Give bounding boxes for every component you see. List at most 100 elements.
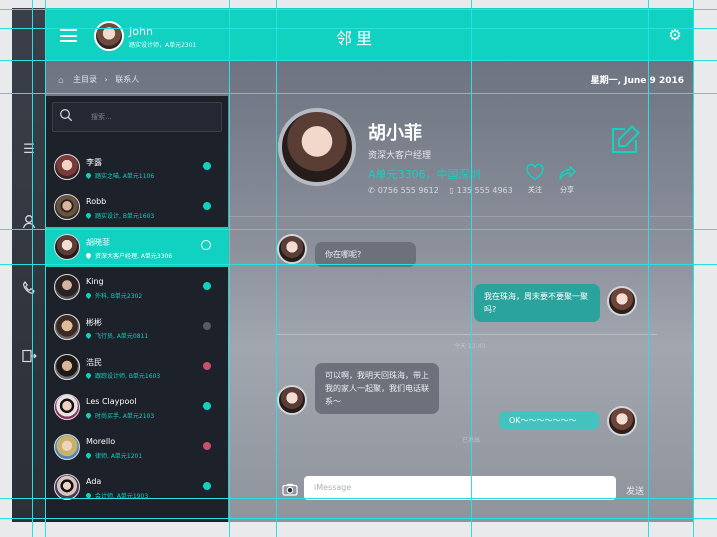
avatar: [54, 434, 80, 460]
home-icon[interactable]: ⌂: [58, 77, 67, 86]
contact-item[interactable]: 李露 踏实之喵, A单元1106: [46, 147, 228, 187]
contact-name: Les Claypool: [86, 397, 137, 406]
search-input[interactable]: 搜索...: [52, 102, 222, 132]
message-bubble-outgoing: OK～～～～～～～: [499, 411, 599, 430]
status-dot: [203, 402, 211, 410]
contact-item[interactable]: 彬彬 飞行员, A单元0811: [46, 307, 228, 347]
contact-item[interactable]: Ada 会计师, A单元1903: [46, 467, 228, 507]
hamburger-menu-icon[interactable]: [60, 29, 77, 42]
contact-subtitle: 跟踪设计师, B单元1603: [84, 371, 160, 380]
profile-divider: [228, 216, 694, 217]
left-rail: ☰: [12, 8, 46, 522]
contact-name: 李露: [86, 158, 102, 167]
timestamp: 今天 13:40: [454, 343, 486, 350]
contact-item[interactable]: King 外科, B单元2302: [46, 267, 228, 307]
avatar: [54, 194, 80, 220]
top-bar: John 踏实设计师，A单元2301 邻里 ⚙: [46, 8, 694, 60]
gear-icon[interactable]: ⚙: [668, 28, 682, 43]
contact-subtitle: 踏实之喵, A单元1106: [84, 171, 154, 180]
list-icon[interactable]: ☰: [21, 142, 37, 158]
status-dot: [203, 482, 211, 490]
contact-item-active[interactable]: 胡晓菲 资深大客户经理, A单元3306: [46, 227, 228, 267]
breadcrumb: ⌂ 主目录 › 联系人: [58, 74, 140, 86]
status-ring: [201, 240, 211, 250]
contact-name: Morello: [86, 437, 116, 446]
contact-avatar: [277, 385, 307, 415]
my-avatar: [607, 286, 637, 316]
message-bubble-outgoing: 我在珠海，周末要不要聚一聚吗?: [474, 284, 600, 322]
breadcrumb-separator: ›: [104, 75, 108, 84]
share-label: 分享: [560, 186, 574, 194]
guide-line: [32, 0, 33, 537]
contact-item[interactable]: Les Claypool 时尚买手, A单元2103: [46, 387, 228, 427]
profile-avatar: [278, 108, 356, 186]
user-subtitle: 踏实设计师，A单元2301: [129, 42, 197, 49]
share-icon: [559, 165, 576, 180]
camera-icon[interactable]: [282, 483, 298, 496]
avatar: [54, 154, 80, 180]
guide-line: [471, 0, 472, 537]
guide-line: [229, 0, 230, 537]
status-dot: [203, 162, 211, 170]
avatar: [54, 354, 80, 380]
avatar: [54, 474, 80, 500]
guide-line: [0, 229, 717, 230]
logout-icon[interactable]: [21, 348, 37, 364]
guide-line: [693, 0, 694, 537]
heart-icon: [526, 163, 544, 181]
contact-subtitle: 资深大客户经理, A单元3306: [84, 251, 172, 260]
profile-phones: ✆ 0756 555 9612 ▯ 135 555 4963: [368, 186, 513, 195]
phone-icon: ✆: [368, 186, 375, 195]
contact-name: King: [86, 277, 104, 286]
status-dot: [203, 202, 211, 210]
send-button[interactable]: 发送: [626, 484, 644, 497]
follow-label: 关注: [528, 186, 542, 194]
guide-line: [0, 518, 717, 519]
contact-subtitle: 时尚买手, A单元2103: [84, 411, 154, 420]
search-icon: [60, 109, 73, 122]
avatar: [54, 234, 80, 260]
status-dot: [203, 442, 211, 450]
contact-subtitle: 外科, B单元2302: [84, 291, 142, 300]
profile-name: 胡小菲: [368, 123, 422, 144]
phone-number-2[interactable]: 135 555 4963: [457, 186, 513, 195]
share-button[interactable]: 分享: [552, 163, 582, 195]
user-name: John: [129, 25, 153, 38]
contact-name: Ada: [86, 477, 102, 486]
guide-line: [0, 264, 717, 265]
follow-button[interactable]: 关注: [520, 163, 550, 195]
breadcrumb-home[interactable]: 主目录: [73, 75, 97, 84]
guide-line: [0, 9, 717, 10]
message-bubble-incoming: 可以啊，我明天回珠海，带上我的家人一起聚，我们电话联系～: [315, 363, 439, 414]
profile-title: 资深大客户经理: [368, 151, 432, 161]
guide-line: [0, 498, 717, 499]
contact-item[interactable]: Morello 律师, A单元1201: [46, 427, 228, 467]
contact-list-panel: 搜索... 李露 踏实之喵, A单元1106 Robb 踏实设计, B单元160…: [46, 96, 228, 522]
contact-name: 胡晓菲: [86, 238, 110, 247]
app-window: ☰ John 踏实设计师，A单元2301 邻里 ⚙ ⌂ 主目录 › 联系人 星期一…: [12, 8, 694, 522]
contact-item[interactable]: 浩民 跟踪设计师, B单元1603: [46, 347, 228, 387]
phone-icon[interactable]: [21, 280, 37, 296]
avatar: [54, 314, 80, 340]
contact-name: 浩民: [86, 358, 102, 367]
message-input[interactable]: iMessage: [304, 476, 616, 500]
contact-name: 彬彬: [86, 318, 102, 327]
guide-line: [0, 60, 717, 61]
contacts-person-icon[interactable]: [21, 214, 37, 230]
my-avatar: [607, 406, 637, 436]
contact-subtitle: 律师, A单元1201: [84, 451, 142, 460]
status-dot: [203, 362, 211, 370]
mobile-icon: ▯: [449, 186, 454, 195]
guide-line: [0, 28, 717, 29]
search-placeholder: 搜索...: [91, 113, 112, 121]
contact-item[interactable]: Robb 踏实设计, B单元1603: [46, 187, 228, 227]
guide-line: [648, 0, 649, 537]
breadcrumb-current: 联系人: [115, 75, 140, 84]
phone-number-1[interactable]: 0756 555 9612: [378, 186, 439, 195]
edit-icon[interactable]: [610, 123, 642, 155]
avatar: [54, 274, 80, 300]
status-dot: [203, 282, 211, 290]
current-date: 星期一, June 9 2016: [590, 76, 684, 86]
guide-line: [45, 0, 46, 537]
user-avatar[interactable]: [94, 21, 124, 51]
